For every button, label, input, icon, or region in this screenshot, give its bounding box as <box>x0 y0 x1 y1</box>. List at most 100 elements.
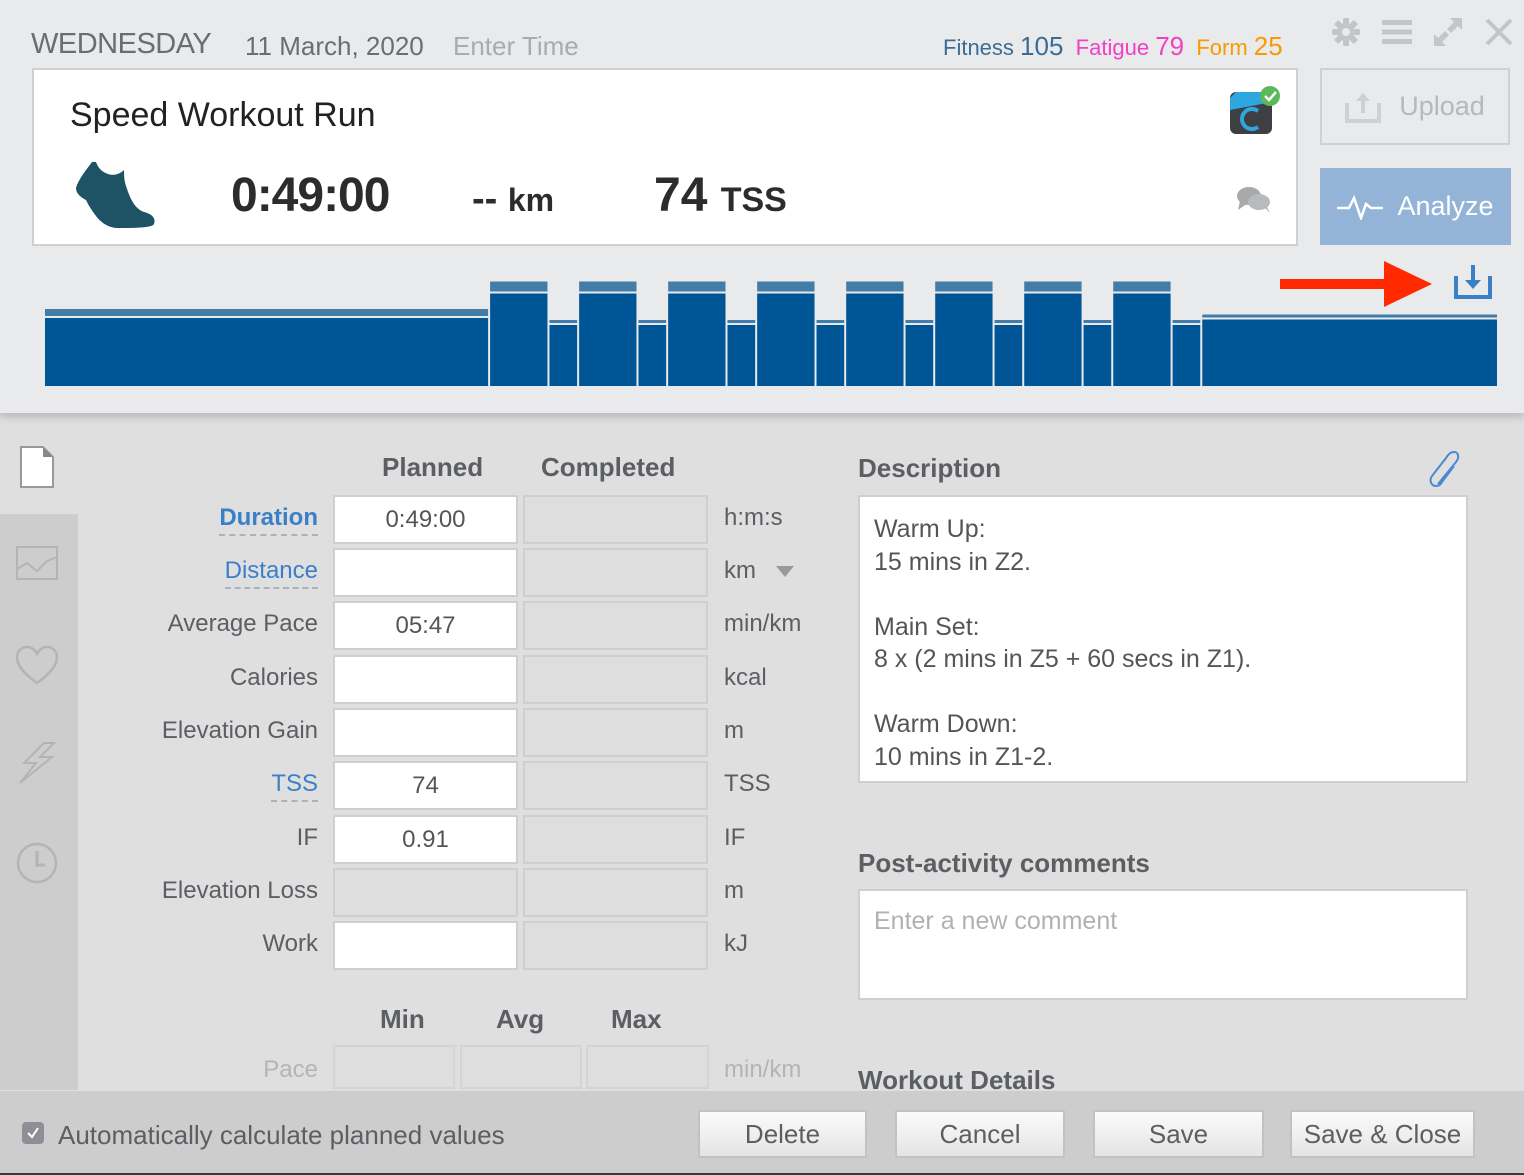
pace-max-field[interactable] <box>586 1045 709 1089</box>
workout-step-cap <box>1202 314 1497 318</box>
pace-avg-field[interactable] <box>460 1045 582 1089</box>
if-planned-field[interactable]: 0.91 <box>333 815 518 864</box>
workout-step-body <box>935 293 993 386</box>
duration-completed-field[interactable] <box>523 495 708 544</box>
work-label: Work <box>262 930 318 957</box>
paperclip-icon[interactable] <box>1428 450 1462 493</box>
expand-icon[interactable] <box>1432 16 1464 48</box>
workout-step-body <box>727 325 756 386</box>
auto-calc-label[interactable]: Automatically calculate planned values <box>58 1120 505 1151</box>
workout-step-body <box>1024 293 1082 386</box>
elevation-loss-label: Elevation Loss <box>161 877 318 904</box>
duration-planned-field[interactable]: 0:49:00 <box>333 495 518 544</box>
calories-label: Calories <box>229 664 318 691</box>
sidebar-item-details[interactable] <box>14 444 60 490</box>
workout-step-cap <box>994 320 1023 323</box>
comment-input[interactable]: Enter a new comment <box>858 889 1468 1000</box>
pace-min-field[interactable] <box>333 1045 455 1089</box>
tss-value: 74 <box>654 169 708 222</box>
sidebar-item-charts[interactable] <box>14 540 60 586</box>
workout-step-bar[interactable] <box>490 281 548 387</box>
average-pace-planned-field[interactable]: 05:47 <box>333 601 518 650</box>
duration-label[interactable]: Duration <box>219 504 318 536</box>
download-icon[interactable] <box>1454 264 1492 305</box>
workout-step-bar[interactable] <box>1083 320 1112 386</box>
cancel-button[interactable]: Cancel <box>895 1110 1065 1158</box>
workout-step-cap <box>1172 320 1201 323</box>
garmin-connect-synced-icon[interactable] <box>1230 86 1282 143</box>
save-close-button[interactable]: Save & Close <box>1290 1110 1475 1158</box>
distance-planned-field[interactable] <box>333 548 518 597</box>
workout-step-bar[interactable] <box>579 281 637 387</box>
calories-completed-field[interactable] <box>523 655 708 704</box>
upload-icon <box>1345 92 1382 123</box>
workout-date[interactable]: 11 March, 2020 <box>245 31 424 62</box>
if-completed-field[interactable] <box>523 815 708 864</box>
workout-step-bar[interactable] <box>1024 281 1082 387</box>
comments-icon[interactable] <box>1236 186 1272 219</box>
elevation-gain-planned-field[interactable] <box>333 708 518 757</box>
workout-step-bar[interactable] <box>549 320 578 386</box>
if-unit: IF <box>724 824 746 851</box>
workout-step-bar[interactable] <box>1113 281 1171 387</box>
description-textarea[interactable]: Warm Up: 15 mins in Z2. Main Set: 8 x (2… <box>858 495 1468 783</box>
workout-step-cap <box>45 309 489 316</box>
workout-step-bar[interactable] <box>638 320 667 386</box>
window-controls <box>1330 16 1515 48</box>
sidebar-item-history[interactable] <box>14 840 60 886</box>
workout-step-bar[interactable] <box>1202 314 1497 387</box>
fitness-metrics: Fitness 105 Fatigue 79 Form 25 <box>943 31 1283 62</box>
workout-step-body <box>1172 325 1201 386</box>
day-of-week: WEDNESDAY <box>31 28 212 60</box>
workout-step-bar[interactable] <box>668 281 726 387</box>
workout-step-bar[interactable] <box>816 320 845 386</box>
workout-step-body <box>1202 319 1497 386</box>
min-column-header: Min <box>380 1004 425 1034</box>
max-column-header: Max <box>611 1004 662 1034</box>
average-pace-unit: min/km <box>724 610 802 637</box>
gear-icon[interactable] <box>1330 16 1362 48</box>
analyze-button[interactable]: Analyze <box>1320 168 1511 245</box>
workout-step-cap <box>727 320 756 323</box>
work-planned-field[interactable] <box>333 921 518 970</box>
time-input[interactable]: Enter Time <box>453 31 579 62</box>
tss-label[interactable]: TSS <box>271 770 318 802</box>
workout-step-bar[interactable] <box>757 281 815 387</box>
elevation-gain-completed-field[interactable] <box>523 708 708 757</box>
distance-unit-dropdown[interactable] <box>776 566 794 577</box>
calories-planned-field[interactable] <box>333 655 518 704</box>
completed-column-header: Completed <box>541 452 676 482</box>
average-pace-completed-field[interactable] <box>523 601 708 650</box>
workout-step-bar[interactable] <box>994 320 1023 386</box>
workout-step-bar[interactable] <box>905 320 934 386</box>
fitness-value: 105 <box>1020 31 1064 61</box>
auto-calc-checkbox[interactable] <box>22 1122 44 1144</box>
tss-completed-field[interactable] <box>523 761 708 810</box>
sidebar <box>0 514 78 1090</box>
distance-label[interactable]: Distance <box>224 557 318 589</box>
workout-step-bar[interactable] <box>1172 320 1201 386</box>
work-completed-field[interactable] <box>523 921 708 970</box>
workout-step-bar[interactable] <box>45 309 489 386</box>
pace-range-unit: min/km <box>724 1056 802 1083</box>
description-heading: Description <box>858 453 1002 483</box>
workout-step-bar[interactable] <box>935 281 993 387</box>
footer-bar: Automatically calculate planned values D… <box>0 1091 1524 1175</box>
workout-step-bar[interactable] <box>846 281 904 387</box>
calories-unit: kcal <box>724 664 767 691</box>
clock-icon <box>16 842 58 884</box>
elevation-loss-completed-field[interactable] <box>523 868 708 917</box>
workout-title[interactable]: Speed Workout Run <box>70 96 376 135</box>
delete-button[interactable]: Delete <box>698 1110 867 1158</box>
document-icon <box>20 446 54 488</box>
distance-completed-field[interactable] <box>523 548 708 597</box>
tss-planned-field[interactable]: 74 <box>333 761 518 810</box>
workout-step-bar[interactable] <box>727 320 756 386</box>
menu-icon[interactable] <box>1381 16 1413 48</box>
close-icon[interactable] <box>1483 16 1515 48</box>
save-button[interactable]: Save <box>1093 1110 1264 1158</box>
sidebar-item-power[interactable] <box>14 740 60 786</box>
sidebar-item-heart-rate[interactable] <box>14 642 60 688</box>
upload-button[interactable]: Upload <box>1320 68 1510 145</box>
fatigue-label: Fatigue <box>1075 35 1150 60</box>
